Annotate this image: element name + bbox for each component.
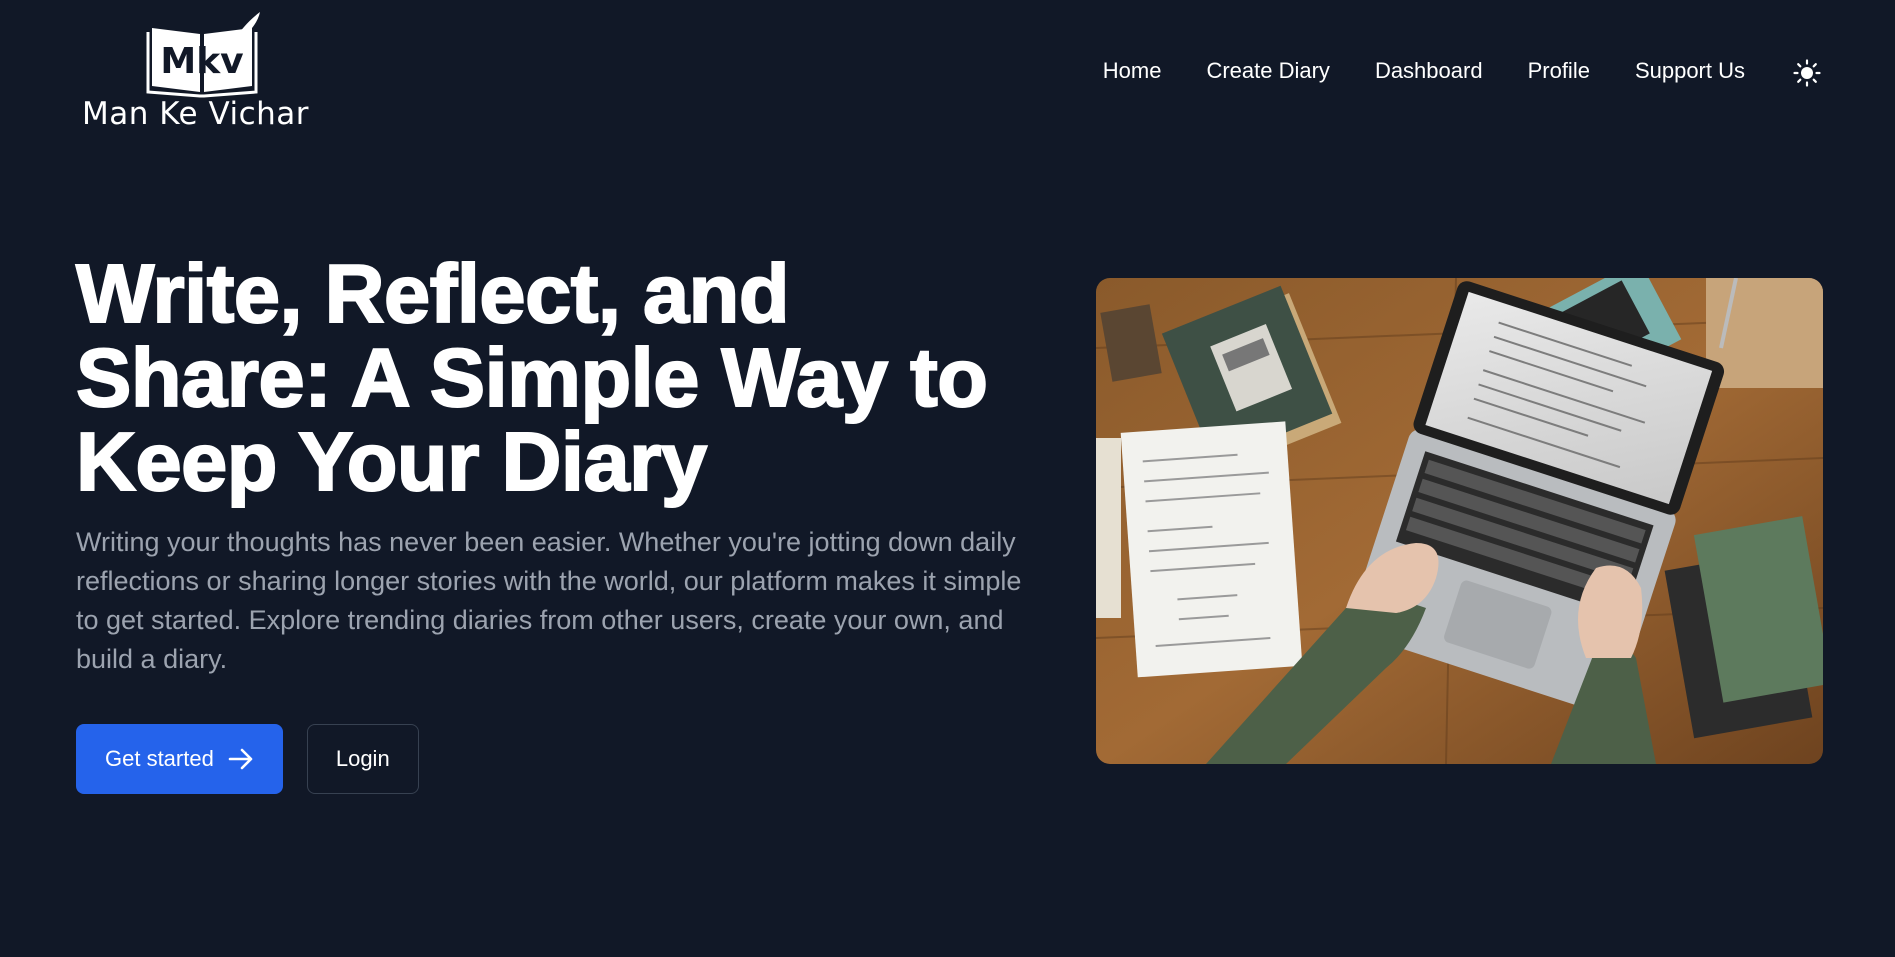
hero-title: Write, Reflect, and Share: A Simple Way … <box>75 247 989 508</box>
hero-description: Writing your thoughts has never been eas… <box>76 527 1022 674</box>
hero-image <box>1096 278 1823 764</box>
brand-logo[interactable]: Mkv Man Ke Vichar <box>80 10 320 135</box>
laptop-writing-desk-photo <box>1096 278 1823 764</box>
get-started-label: Get started <box>105 746 214 771</box>
theme-toggle-button[interactable] <box>1792 58 1822 88</box>
sun-icon <box>1793 59 1821 87</box>
nav-item-create-diary[interactable]: Create Diary <box>1206 58 1329 84</box>
nav-item-profile[interactable]: Profile <box>1528 58 1590 84</box>
main-nav: Home Create Diary Dashboard Profile Supp… <box>1103 58 1745 84</box>
nav-item-home[interactable]: Home <box>1103 58 1162 84</box>
landing-page: Mkv Man Ke Vichar Home Create Diary Dash… <box>0 0 1895 957</box>
logo-initials: Mkv <box>160 40 244 82</box>
hero-actions: Get started Login <box>76 724 419 794</box>
nav-item-dashboard[interactable]: Dashboard <box>1375 58 1483 84</box>
brand-name: Man Ke Vichar <box>82 96 310 132</box>
arrow-right-icon <box>228 748 253 770</box>
nav-item-support-us[interactable]: Support Us <box>1635 58 1745 84</box>
get-started-button[interactable]: Get started <box>76 724 283 794</box>
login-button[interactable]: Login <box>306 724 419 794</box>
login-label: Login <box>335 746 390 771</box>
site-header: Mkv Man Ke Vichar Home Create Diary Dash… <box>0 0 1895 145</box>
